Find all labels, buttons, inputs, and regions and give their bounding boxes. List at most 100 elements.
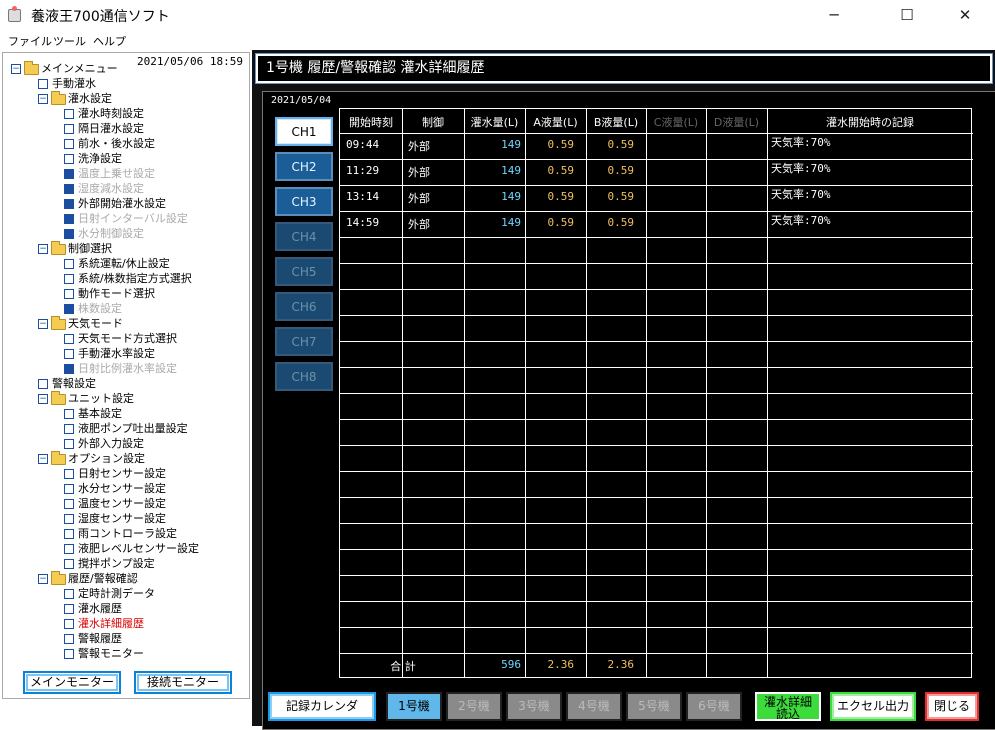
tree-item[interactable]: 水分センサー設定 xyxy=(64,481,166,496)
tree-item[interactable]: 天気モード方式選択 xyxy=(64,331,177,346)
record-calendar-button[interactable]: 記録カレンダ xyxy=(268,692,376,721)
tree-label: 湿度センサー設定 xyxy=(78,512,166,525)
table-cell: 149 xyxy=(501,190,521,203)
tree-item[interactable]: 洗浄設定 xyxy=(64,151,122,166)
tree-item[interactable]: 液肥レベルセンサー設定 xyxy=(64,541,199,556)
table-cell: 0.59 xyxy=(607,216,635,229)
collapse-icon[interactable]: − xyxy=(11,64,21,74)
menu-tools[interactable]: ツール xyxy=(53,33,86,49)
tree-folder[interactable]: − メインメニュー xyxy=(11,60,118,76)
item-icon xyxy=(64,424,74,434)
collapse-icon[interactable]: − xyxy=(38,574,48,584)
tree-label: 外部開始灌水設定 xyxy=(78,197,166,210)
collapse-icon[interactable]: − xyxy=(38,394,48,404)
tree-folder[interactable]: − オプション設定 xyxy=(38,450,145,466)
tree-item[interactable]: 温度センサー設定 xyxy=(64,496,166,511)
tree-item[interactable]: 手動灌水率設定 xyxy=(64,346,155,361)
unit-button-5[interactable]: 5号機 xyxy=(626,692,682,721)
minimize-button[interactable]: ─ xyxy=(811,0,857,31)
channel-button-6[interactable]: CH6 xyxy=(275,292,333,321)
tree-item[interactable]: 外部開始灌水設定 xyxy=(64,196,166,211)
tree-item[interactable]: 手動灌水 xyxy=(38,76,96,91)
tree-item[interactable]: 動作モード選択 xyxy=(64,286,155,301)
unit-button-4[interactable]: 4号機 xyxy=(566,692,622,721)
title-bar: 養液王700通信ソフト ─ ☐ ✕ xyxy=(0,0,995,31)
unit-button-6[interactable]: 6号機 xyxy=(686,692,742,721)
tree-item[interactable]: 警報設定 xyxy=(38,376,96,391)
main-monitor-button[interactable]: メインモニター xyxy=(23,671,121,694)
item-icon xyxy=(64,184,74,194)
channel-button-2[interactable]: CH2 xyxy=(275,152,333,181)
item-icon xyxy=(64,469,74,479)
tree-label: 動作モード選択 xyxy=(78,287,155,300)
channel-button-1[interactable]: CH1 xyxy=(275,117,333,146)
tree-item[interactable]: 警報履歴 xyxy=(64,631,122,646)
tree-item[interactable]: 湿度センサー設定 xyxy=(64,511,166,526)
tree-item[interactable]: 系統/株数指定方式選択 xyxy=(64,271,192,286)
column-header: 灌水量(L) xyxy=(470,116,519,129)
folder-icon xyxy=(51,240,66,255)
grid-line xyxy=(340,393,973,394)
unit-button-3[interactable]: 3号機 xyxy=(506,692,562,721)
menu-help[interactable]: ヘルプ xyxy=(93,33,126,49)
tree-item[interactable]: 日射比例灌水率設定 xyxy=(64,361,177,376)
tree-item[interactable]: 灌水時刻設定 xyxy=(64,106,144,121)
tree-item[interactable]: 警報モニター xyxy=(64,646,144,661)
close-button[interactable]: 閉じる xyxy=(925,692,979,721)
collapse-icon[interactable]: − xyxy=(38,94,48,104)
channel-button-4[interactable]: CH4 xyxy=(275,222,333,251)
tree-folder[interactable]: − ユニット設定 xyxy=(38,390,134,406)
tree-item[interactable]: 湿度減水設定 xyxy=(64,181,144,196)
tree-folder[interactable]: − 履歴/警報確認 xyxy=(38,570,138,586)
menu-file[interactable]: ファイル xyxy=(8,33,52,49)
collapse-icon[interactable]: − xyxy=(38,244,48,254)
excel-export-button[interactable]: エクセル出力 xyxy=(830,692,916,721)
table-cell: 149 xyxy=(501,216,521,229)
grid-line xyxy=(340,523,973,524)
channel-button-3[interactable]: CH3 xyxy=(275,187,333,216)
collapse-icon[interactable]: − xyxy=(38,454,48,464)
tree-label: 湿度減水設定 xyxy=(78,182,144,195)
maximize-button[interactable]: ☐ xyxy=(884,0,930,31)
sidebar: 2021/05/06 18:59 − メインメニュー 手動灌水 − 灌水設定 灌水時刻設定… xyxy=(2,52,250,699)
detail-load-button[interactable]: 灌水詳細 読込 xyxy=(755,692,821,721)
tree-item[interactable]: 水分制御設定 xyxy=(64,226,144,241)
tree-item[interactable]: 系統運転/休止設定 xyxy=(64,256,170,271)
tree-item[interactable]: 日射センサー設定 xyxy=(64,466,166,481)
grid-line xyxy=(340,601,973,602)
tree-item[interactable]: 前水・後水設定 xyxy=(64,136,155,151)
channel-button-5[interactable]: CH5 xyxy=(275,257,333,286)
tree-item[interactable]: 定時計測データ xyxy=(64,586,155,601)
tree-item[interactable]: 基本設定 xyxy=(64,406,122,421)
folder-icon xyxy=(24,60,39,75)
item-icon xyxy=(64,274,74,284)
item-icon xyxy=(64,154,74,164)
tree-item[interactable]: 日射インターバル設定 xyxy=(64,211,188,226)
channel-button-8[interactable]: CH8 xyxy=(275,362,333,391)
collapse-icon[interactable]: − xyxy=(38,319,48,329)
channel-button-7[interactable]: CH7 xyxy=(275,327,333,356)
grid-line xyxy=(340,341,973,342)
tree-item[interactable]: 液肥ポンプ吐出量設定 xyxy=(64,421,188,436)
tree-folder[interactable]: − 制御選択 xyxy=(38,240,112,256)
unit-button-2[interactable]: 2号機 xyxy=(446,692,502,721)
tree-item[interactable]: 灌水詳細履歴 xyxy=(64,616,144,631)
tree-item[interactable]: 撹拌ポンプ設定 xyxy=(64,556,155,571)
grid-line xyxy=(340,549,973,550)
tree-item[interactable]: 外部入力設定 xyxy=(64,436,144,451)
tree-item[interactable]: 灌水履歴 xyxy=(64,601,122,616)
unit-button-1[interactable]: 1号機 xyxy=(386,692,442,721)
tree-folder[interactable]: − 天気モード xyxy=(38,315,123,331)
window-title: 養液王700通信ソフト xyxy=(31,9,170,25)
tree-item[interactable]: 温度上乗せ設定 xyxy=(64,166,155,181)
tree-item[interactable]: 隔日灌水設定 xyxy=(64,121,144,136)
item-icon xyxy=(64,229,74,239)
tree-folder[interactable]: − 灌水設定 xyxy=(38,90,112,106)
tree-item[interactable]: 株数設定 xyxy=(64,301,122,316)
close-window-button[interactable]: ✕ xyxy=(942,0,988,31)
tree-item[interactable]: 雨コントローラ設定 xyxy=(64,526,177,541)
folder-icon xyxy=(51,90,66,105)
tree-label: 株数設定 xyxy=(78,302,122,315)
connection-monitor-button[interactable]: 接続モニター xyxy=(134,671,232,694)
tree-label: 履歴/警報確認 xyxy=(68,572,138,585)
